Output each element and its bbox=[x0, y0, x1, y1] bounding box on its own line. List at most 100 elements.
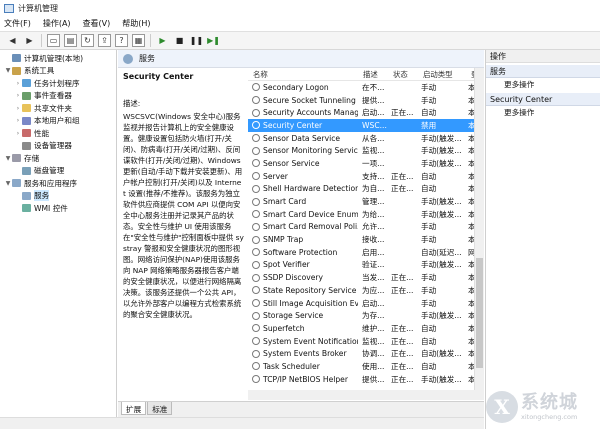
service-startup-type: 手动 bbox=[421, 285, 437, 295]
tree-expander-icon[interactable]: ▼ bbox=[4, 180, 12, 187]
site-watermark: X 系统城 xitongcheng.com bbox=[486, 388, 598, 426]
table-row[interactable]: Secure Socket Tunneling ... 提供... 手动本 bbox=[248, 94, 484, 107]
start-service-icon[interactable]: ▶ bbox=[156, 34, 169, 47]
menu-file[interactable]: 文件(F) bbox=[4, 18, 31, 29]
tree-node[interactable]: 服务 bbox=[0, 190, 116, 203]
show-hide-pane-icon[interactable]: ▦ bbox=[132, 34, 145, 47]
actions-group-services[interactable]: 服务 bbox=[486, 65, 600, 78]
performance-icon bbox=[22, 129, 31, 138]
service-gear-icon bbox=[252, 337, 260, 346]
tree-node[interactable]: WMI 控件 bbox=[0, 202, 116, 215]
service-gear-icon bbox=[252, 108, 260, 117]
tree-node[interactable]: 计算机管理(本地) bbox=[0, 52, 116, 65]
table-row[interactable]: Smart Card Device Enum... 为给... 手动(触发... 本 bbox=[248, 208, 484, 221]
menu-action[interactable]: 操作(A) bbox=[43, 18, 71, 29]
export-list-icon[interactable]: ⇪ bbox=[98, 34, 111, 47]
service-name: Security Accounts Manag... bbox=[263, 108, 358, 118]
tree-expander-icon[interactable]: › bbox=[14, 117, 22, 124]
properties-icon[interactable]: ▤ bbox=[64, 34, 77, 47]
service-status: 正在... bbox=[391, 349, 414, 359]
table-row[interactable]: Superfetch 维护... 正在... 自动本 bbox=[248, 322, 484, 335]
refresh-icon[interactable]: ↻ bbox=[81, 34, 94, 47]
table-row[interactable]: TCP/IP NetBIOS Helper 提供... 正在... 手动(触发... 本 bbox=[248, 373, 484, 386]
service-gear-icon bbox=[252, 134, 260, 143]
table-row[interactable]: State Repository Service 为应... 正在... 手动本 bbox=[248, 284, 484, 297]
forward-icon[interactable]: ▶ bbox=[23, 34, 36, 47]
table-row[interactable]: Shell Hardware Detection 为自... 正在... 自动本 bbox=[248, 183, 484, 196]
pause-service-icon[interactable]: ❚❚ bbox=[190, 34, 203, 47]
service-name: Sensor Data Service bbox=[263, 133, 341, 143]
tab-standard[interactable]: 标准 bbox=[147, 402, 173, 415]
service-gear-icon bbox=[252, 248, 260, 257]
menu-view[interactable]: 查看(V) bbox=[83, 18, 111, 29]
help-icon[interactable]: ? bbox=[115, 34, 128, 47]
more-actions-security-center[interactable]: 更多操作 bbox=[486, 106, 600, 119]
service-name: SSDP Discovery bbox=[263, 273, 323, 283]
service-startup-type: 自动 bbox=[421, 323, 437, 333]
table-row[interactable]: Sensor Monitoring Service 监视... 手动(触发... 本 bbox=[248, 144, 484, 157]
tree-node-label: 系统工具 bbox=[24, 66, 55, 76]
column-header-status[interactable]: 状态 bbox=[388, 69, 418, 80]
tree-node[interactable]: ▼ 系统工具 bbox=[0, 65, 116, 78]
tree-node[interactable]: ▼ 服务和应用程序 bbox=[0, 177, 116, 190]
table-row[interactable]: Server 支持... 正在... 自动本 bbox=[248, 170, 484, 183]
tree-expander-icon[interactable]: ▼ bbox=[4, 67, 12, 74]
tab-extended[interactable]: 扩展 bbox=[121, 402, 147, 415]
more-actions-services[interactable]: 更多操作 bbox=[486, 78, 600, 91]
service-gear-icon bbox=[252, 222, 260, 231]
table-row[interactable]: Still Image Acquisition Ev... 启动... 手动本 bbox=[248, 297, 484, 310]
service-name: System Events Broker bbox=[263, 349, 347, 359]
tree-node[interactable]: › 任务计划程序 bbox=[0, 77, 116, 90]
table-row[interactable]: Sensor Service 一项... 手动(触发... 本 bbox=[248, 157, 484, 170]
restart-service-icon[interactable]: ▶❚ bbox=[207, 34, 220, 47]
tree-node[interactable]: ▼ 存储 bbox=[0, 152, 116, 165]
service-description-pane: Security Center 描述: WSCSVC(Windows 安全中心)… bbox=[118, 68, 248, 400]
shared-folder-icon bbox=[22, 104, 31, 113]
menu-help[interactable]: 帮助(H) bbox=[122, 18, 150, 29]
table-row[interactable]: SNMP Trap 接收... 手动本 bbox=[248, 233, 484, 246]
actions-title: 操作 bbox=[486, 50, 600, 63]
table-row[interactable]: Storage Service 为存... 手动(触发... 本 bbox=[248, 309, 484, 322]
table-row[interactable]: Sensor Data Service 从各... 手动(触发... 本 bbox=[248, 132, 484, 145]
stop-service-icon[interactable]: ■ bbox=[173, 34, 186, 47]
column-header-startup-type[interactable]: 启动类型 bbox=[418, 69, 466, 80]
actions-group-security-center[interactable]: Security Center bbox=[486, 93, 600, 106]
service-description: 为自... bbox=[362, 184, 385, 194]
tree-node[interactable]: 磁盘管理 bbox=[0, 165, 116, 178]
vertical-scrollbar[interactable] bbox=[474, 68, 484, 390]
service-gear-icon bbox=[252, 286, 260, 295]
scrollbar-thumb[interactable] bbox=[476, 258, 483, 368]
table-row[interactable]: Smart Card 管理... 手动(触发... 本 bbox=[248, 195, 484, 208]
tree-expander-icon[interactable]: › bbox=[14, 92, 22, 99]
services-icon bbox=[123, 53, 133, 64]
tree-expander-icon[interactable]: › bbox=[14, 105, 22, 112]
table-row[interactable]: SSDP Discovery 当发... 正在... 手动本 bbox=[248, 271, 484, 284]
back-icon[interactable]: ◀ bbox=[6, 34, 19, 47]
table-row[interactable]: Task Scheduler 使用... 正在... 自动本 bbox=[248, 360, 484, 373]
services-header: 服务 bbox=[118, 50, 484, 68]
table-row[interactable]: Smart Card Removal Poli... 允许... 手动本 bbox=[248, 221, 484, 234]
column-header-name[interactable]: 名称 bbox=[248, 69, 358, 80]
table-row[interactable]: System Event Notification... 监视... 正在... 自动… bbox=[248, 335, 484, 348]
tree-node[interactable]: › 共享文件夹 bbox=[0, 102, 116, 115]
tree-node[interactable]: › 事件查看器 bbox=[0, 90, 116, 103]
tree-expander-icon[interactable]: › bbox=[14, 80, 22, 87]
service-name: Security Center bbox=[263, 120, 323, 130]
table-row[interactable]: System Events Broker 协调... 正在... 自动(触发... 本 bbox=[248, 347, 484, 360]
service-description: 为应... bbox=[362, 285, 385, 295]
column-header-description[interactable]: 描述 bbox=[358, 69, 388, 80]
service-description: 在不... bbox=[362, 82, 385, 92]
table-row[interactable]: Security Center WSC... 禁用本 bbox=[248, 119, 484, 132]
table-row[interactable]: Security Accounts Manag... 启动... 正在... 自动本 bbox=[248, 106, 484, 119]
table-row[interactable]: Secondary Logon 在不... 手动本 bbox=[248, 81, 484, 94]
horizontal-scrollbar[interactable] bbox=[248, 390, 484, 400]
tree-node[interactable]: › 性能 bbox=[0, 127, 116, 140]
table-row[interactable]: Software Protection 启用... 自动(延迟... 网 bbox=[248, 246, 484, 259]
tree-node[interactable]: 设备管理器 bbox=[0, 140, 116, 153]
table-row[interactable]: Spot Verifier 验证... 手动(触发... 本 bbox=[248, 259, 484, 272]
tree-node[interactable]: › 本地用户和组 bbox=[0, 115, 116, 128]
tree-expander-icon[interactable]: ▼ bbox=[4, 155, 12, 162]
console-tree-icon[interactable]: ▭ bbox=[47, 34, 60, 47]
tree-expander-icon[interactable]: › bbox=[14, 130, 22, 137]
tree-node-label: 存储 bbox=[24, 153, 40, 163]
